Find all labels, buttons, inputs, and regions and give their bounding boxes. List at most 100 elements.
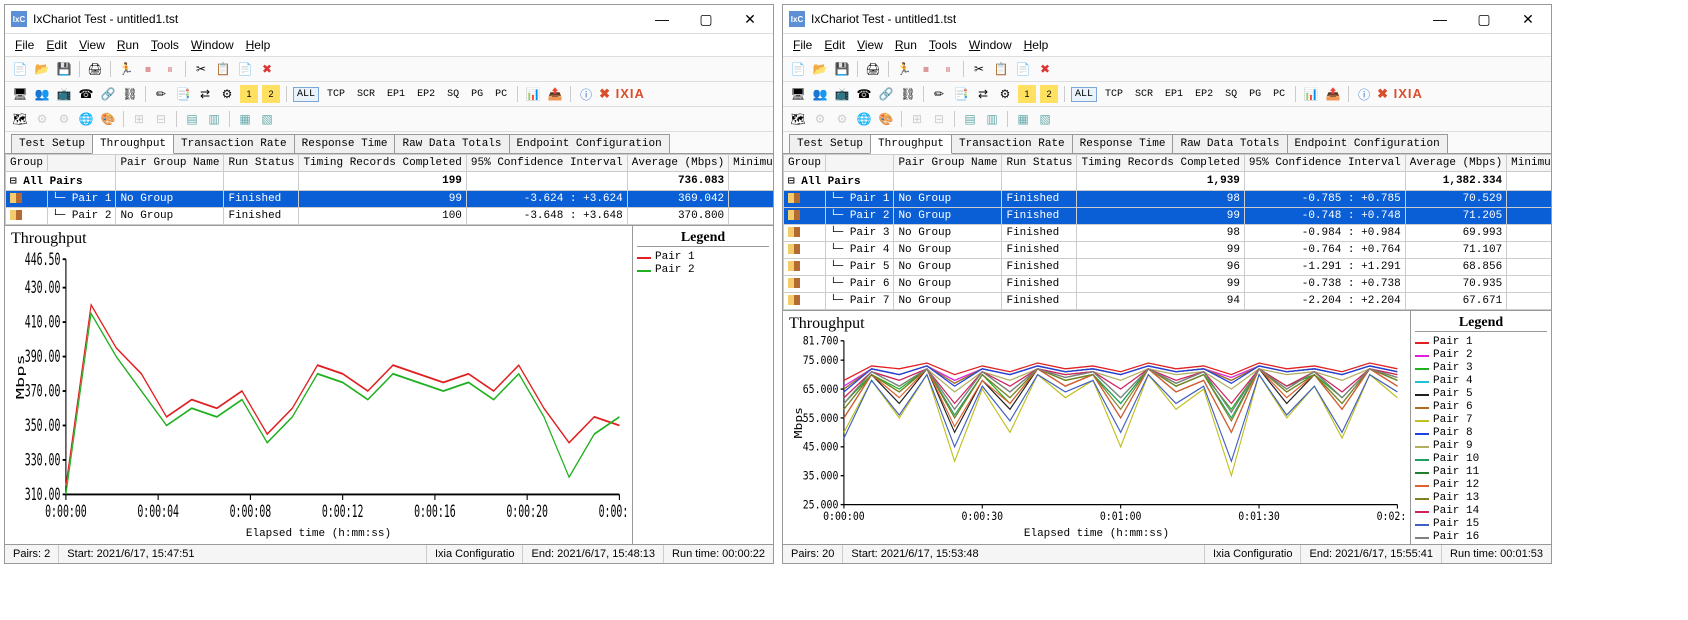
menu-view[interactable]: View: [857, 38, 883, 52]
col-header[interactable]: Average (Mbps): [627, 155, 728, 172]
minimize-button[interactable]: —: [1427, 9, 1453, 29]
tv-icon[interactable]: 📺: [833, 85, 851, 103]
swap-icon[interactable]: ⇄: [196, 85, 214, 103]
menu-tools[interactable]: Tools: [151, 38, 179, 52]
endpoint1-icon[interactable]: 🖥: [11, 85, 29, 103]
tool3e-icon[interactable]: 🎨: [877, 110, 895, 128]
paste-icon[interactable]: 📄: [236, 60, 254, 78]
throughput-chart[interactable]: 310.00330.00350.00370.00390.00410.00430.…: [11, 248, 626, 528]
menu-tools[interactable]: Tools: [929, 38, 957, 52]
flag2-icon[interactable]: 2: [262, 85, 280, 103]
grp2-icon[interactable]: ⊟: [152, 110, 170, 128]
legend-item[interactable]: Pair 6: [1415, 401, 1547, 414]
tool3e-icon[interactable]: 🎨: [99, 110, 117, 128]
grp2-icon[interactable]: ⊟: [930, 110, 948, 128]
copy-icon[interactable]: 📋: [214, 60, 232, 78]
titlebar[interactable]: IxC IxChariot Test - untitled1.tst — ▢ ✕: [5, 5, 773, 34]
tool3b-icon[interactable]: ⚙: [33, 110, 51, 128]
legend-item[interactable]: Pair 12: [1415, 479, 1547, 492]
filter-tcp[interactable]: TCP: [1101, 87, 1127, 102]
menu-run[interactable]: Run: [117, 38, 139, 52]
filter-sq[interactable]: SQ: [443, 87, 463, 102]
legend-item[interactable]: Pair 10: [1415, 453, 1547, 466]
lay1-icon[interactable]: ▤: [183, 110, 201, 128]
maximize-button[interactable]: ▢: [1471, 9, 1497, 29]
collapse-icon[interactable]: ⊟: [788, 176, 795, 188]
copy-icon[interactable]: 📋: [992, 60, 1010, 78]
menu-help[interactable]: Help: [246, 38, 271, 52]
filter-scr[interactable]: SCR: [353, 87, 379, 102]
legend-item[interactable]: Pair 3: [1415, 362, 1547, 375]
filter-tcp[interactable]: TCP: [323, 87, 349, 102]
tool3d-icon[interactable]: 🌐: [855, 110, 873, 128]
filter-pc[interactable]: PC: [1269, 87, 1289, 102]
clone-icon[interactable]: 📑: [174, 85, 192, 103]
titlebar[interactable]: IxC IxChariot Test - untitled1.tst — ▢ ✕: [783, 5, 1551, 34]
tab-raw-data-totals[interactable]: Raw Data Totals: [1172, 134, 1287, 153]
table-row[interactable]: └─ Pair 2No GroupFinished99-0.748 : +0.7…: [784, 208, 1552, 225]
legend-item[interactable]: Pair 14: [1415, 505, 1547, 518]
col-header[interactable]: Pair Group Name: [894, 155, 1002, 172]
new-icon[interactable]: 📄: [11, 60, 29, 78]
print-icon[interactable]: 🖨: [864, 60, 882, 78]
grp1-icon[interactable]: ⊞: [908, 110, 926, 128]
filter-all[interactable]: ALL: [293, 87, 319, 102]
tab-response-time[interactable]: Response Time: [294, 134, 396, 153]
legend-item[interactable]: Pair 8: [1415, 427, 1547, 440]
summary-row[interactable]: ⊟ All Pairs1,9391,382.33425.92478.663: [784, 172, 1552, 191]
results-grid[interactable]: GroupPair Group NameRun StatusTiming Rec…: [5, 154, 773, 225]
info-icon[interactable]: ⓘ: [577, 85, 595, 103]
report-icon[interactable]: 📊: [524, 85, 542, 103]
menu-window[interactable]: Window: [191, 38, 234, 52]
col-header[interactable]: Minimum (Mbps): [729, 155, 773, 172]
endpoint2-icon[interactable]: 👥: [33, 85, 51, 103]
table-row[interactable]: └─ Pair 4No GroupFinished99-0.764 : +0.7…: [784, 242, 1552, 259]
cut-icon[interactable]: ✂: [970, 60, 988, 78]
link-icon[interactable]: 🔗: [99, 85, 117, 103]
col-header[interactable]: Group: [6, 155, 48, 172]
menu-window[interactable]: Window: [969, 38, 1012, 52]
report-icon[interactable]: 📊: [1302, 85, 1320, 103]
table-row[interactable]: └─ Pair 5No GroupFinished96-1.291 : +1.2…: [784, 259, 1552, 276]
paste-icon[interactable]: 📄: [1014, 60, 1032, 78]
col-header[interactable]: 95% Confidence Interval: [466, 155, 627, 172]
filter-ep2[interactable]: EP2: [413, 87, 439, 102]
filter-ep2[interactable]: EP2: [1191, 87, 1217, 102]
collapse-icon[interactable]: ⊟: [10, 176, 17, 188]
filter-pg[interactable]: PG: [467, 87, 487, 102]
open-icon[interactable]: 📂: [811, 60, 829, 78]
tab-test-setup[interactable]: Test Setup: [789, 134, 871, 153]
tool3d-icon[interactable]: 🌐: [77, 110, 95, 128]
print-icon[interactable]: 🖨: [86, 60, 104, 78]
tool3a-icon[interactable]: 🗺: [11, 110, 29, 128]
phone-icon[interactable]: ☎: [77, 85, 95, 103]
menu-edit[interactable]: Edit: [46, 38, 67, 52]
stop-icon[interactable]: ⏹: [917, 60, 935, 78]
edit-pair-icon[interactable]: ✏: [152, 85, 170, 103]
flag1-icon[interactable]: 1: [240, 85, 258, 103]
tool3c-icon[interactable]: ⚙: [55, 110, 73, 128]
tab-response-time[interactable]: Response Time: [1072, 134, 1174, 153]
tool3b-icon[interactable]: ⚙: [811, 110, 829, 128]
legend-item[interactable]: Pair 1: [1415, 336, 1547, 349]
col-header[interactable]: [826, 155, 894, 172]
cut-icon[interactable]: ✂: [192, 60, 210, 78]
run-icon[interactable]: 🏃: [117, 60, 135, 78]
col-header[interactable]: [48, 155, 116, 172]
filter-sq[interactable]: SQ: [1221, 87, 1241, 102]
close-button[interactable]: ✕: [1515, 9, 1541, 29]
legend-item[interactable]: Pair 2: [1415, 349, 1547, 362]
lay3-icon[interactable]: ▦: [236, 110, 254, 128]
close-button[interactable]: ✕: [737, 9, 763, 29]
save-icon[interactable]: 💾: [833, 60, 851, 78]
pause-icon[interactable]: ⏸: [161, 60, 179, 78]
legend-item[interactable]: Pair 11: [1415, 466, 1547, 479]
pause-icon[interactable]: ⏸: [939, 60, 957, 78]
table-row[interactable]: └─ Pair 2No GroupFinished100-3.648 : +3.…: [6, 208, 774, 225]
conf-icon[interactable]: ⚙: [996, 85, 1014, 103]
menu-run[interactable]: Run: [895, 38, 917, 52]
lay3-icon[interactable]: ▦: [1014, 110, 1032, 128]
endpoint1-icon[interactable]: 🖥: [789, 85, 807, 103]
grp1-icon[interactable]: ⊞: [130, 110, 148, 128]
col-header[interactable]: 95% Confidence Interval: [1244, 155, 1405, 172]
